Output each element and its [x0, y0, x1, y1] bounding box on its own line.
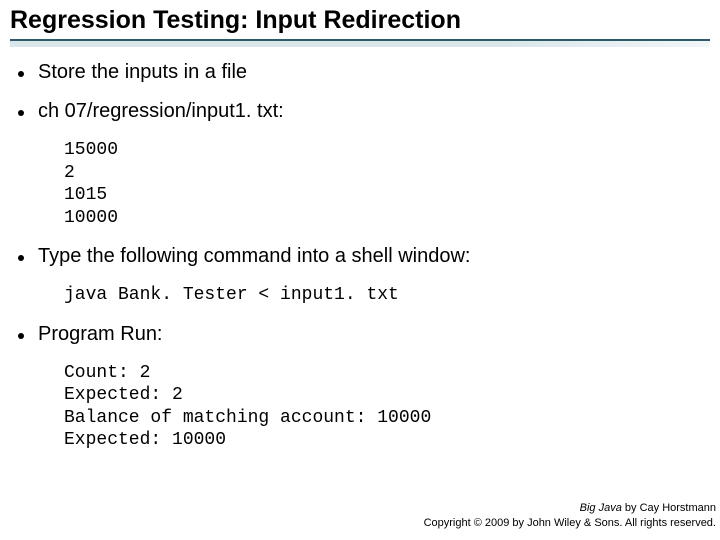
slide-content: Store the inputs in a file ch 07/regress…	[0, 61, 720, 452]
code-block-input-file: 15000 2 1015 10000	[64, 139, 702, 229]
bullet-item: Store the inputs in a file	[18, 61, 702, 84]
code-block-output: Count: 2 Expected: 2 Balance of matching…	[64, 362, 702, 452]
slide-title: Regression Testing: Input Redirection	[0, 0, 720, 39]
bullet-dot-icon	[18, 71, 24, 77]
bullet-dot-icon	[18, 110, 24, 116]
bullet-item: ch 07/regression/input1. txt:	[18, 100, 702, 123]
footer: Big Java by Cay Horstmann Copyright © 20…	[424, 501, 716, 530]
bullet-dot-icon	[18, 333, 24, 339]
bullet-text: Program Run:	[38, 323, 163, 346]
book-title: Big Java	[580, 502, 622, 514]
bullet-text: Store the inputs in a file	[38, 61, 247, 84]
footer-line-1: Big Java by Cay Horstmann	[424, 501, 716, 515]
title-stripe	[10, 41, 710, 47]
bullet-dot-icon	[18, 255, 24, 261]
author-name: by Cay Horstmann	[622, 502, 716, 514]
bullet-item: Program Run:	[18, 323, 702, 346]
bullet-text: ch 07/regression/input1. txt:	[38, 100, 284, 123]
code-block-command: java Bank. Tester < input1. txt	[64, 284, 702, 307]
bullet-text: Type the following command into a shell …	[38, 245, 470, 268]
footer-copyright: Copyright © 2009 by John Wiley & Sons. A…	[424, 516, 716, 530]
bullet-item: Type the following command into a shell …	[18, 245, 702, 268]
